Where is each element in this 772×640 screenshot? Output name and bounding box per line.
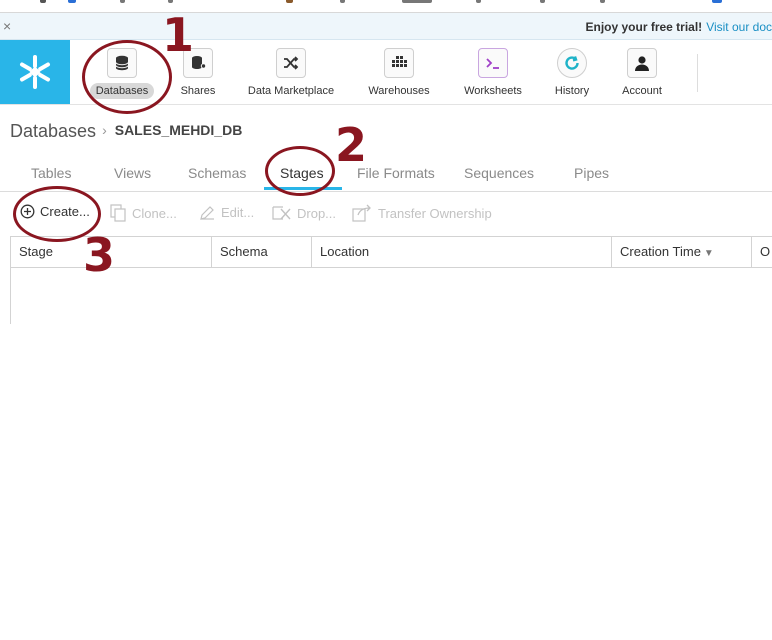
transfer-ownership-button[interactable]: Transfer Ownership xyxy=(352,204,492,222)
history-refresh-icon xyxy=(557,48,587,78)
tab-schemas[interactable]: Schemas xyxy=(188,165,246,181)
breadcrumb-root[interactable]: Databases xyxy=(10,121,96,141)
annotation-number-1: 1 xyxy=(162,8,195,62)
snowflake-icon xyxy=(20,55,50,89)
clone-icon xyxy=(110,204,126,222)
nav-account[interactable]: Account xyxy=(616,46,668,100)
nav-warehouses[interactable]: Warehouses xyxy=(363,46,435,100)
nav-shares-label: Shares xyxy=(180,85,216,97)
column-header-owner[interactable]: O xyxy=(752,237,772,267)
annotation-number-2: 2 xyxy=(335,118,368,172)
browser-bookmark-strip xyxy=(0,0,772,13)
object-tabs: Tables Views Schemas Stages File Formats… xyxy=(0,155,772,192)
trial-message-text: Enjoy your free trial! xyxy=(585,20,703,34)
sort-desc-icon: ▼ xyxy=(703,248,714,259)
edit-button-label: Edit... xyxy=(221,205,255,220)
column-header-schema[interactable]: Schema xyxy=(212,237,312,267)
column-header-location-label: Location xyxy=(320,244,370,259)
nav-warehouses-label: Warehouses xyxy=(368,85,430,97)
table-header: Stage Schema Location Creation Time ▼ O xyxy=(11,236,772,268)
column-header-owner-label: O xyxy=(760,244,771,259)
nav-data-marketplace[interactable]: Data Marketplace xyxy=(241,46,341,100)
snowflake-logo[interactable] xyxy=(0,40,70,104)
nav-worksheets[interactable]: Worksheets xyxy=(457,46,529,100)
tab-views[interactable]: Views xyxy=(114,165,151,181)
trial-message: Enjoy your free trial! Visit our doc xyxy=(585,20,772,34)
column-header-location[interactable]: Location xyxy=(312,237,612,267)
tab-file-formats[interactable]: File Formats xyxy=(357,165,435,181)
edit-button[interactable]: Edit... xyxy=(199,204,254,221)
stage-toolbar: Create... Clone... Edit... Drop... Trans… xyxy=(0,200,772,228)
terminal-icon xyxy=(478,48,508,78)
chevron-right-icon: › xyxy=(102,122,107,138)
tab-tables[interactable]: Tables xyxy=(31,165,71,181)
drop-button[interactable]: Drop... xyxy=(272,204,336,222)
drop-x-icon xyxy=(272,206,291,220)
annotation-circle-1 xyxy=(82,40,172,114)
warehouse-grid-icon xyxy=(384,48,414,78)
transfer-ownership-icon xyxy=(352,204,371,222)
clone-button-label: Clone... xyxy=(132,205,177,221)
drop-button-label: Drop... xyxy=(297,205,337,221)
nav-history-label: History xyxy=(554,85,590,97)
column-header-creation-time-label: Creation Time xyxy=(620,244,701,259)
marketplace-shuffle-icon xyxy=(276,48,306,78)
nav-worksheets-label: Worksheets xyxy=(464,85,522,97)
pencil-icon xyxy=(200,206,214,220)
trial-banner: × Enjoy your free trial! Visit our doc xyxy=(0,13,772,40)
nav-data-marketplace-label: Data Marketplace xyxy=(247,85,335,97)
close-icon[interactable]: × xyxy=(3,18,11,34)
breadcrumb: Databases › SALES_MEHDI_DB xyxy=(10,121,242,142)
nav-divider xyxy=(697,54,698,92)
column-header-creation-time[interactable]: Creation Time ▼ xyxy=(612,237,752,267)
tab-sequences[interactable]: Sequences xyxy=(464,165,534,181)
docs-link[interactable]: Visit our doc xyxy=(706,20,772,34)
user-icon xyxy=(627,48,657,78)
column-header-schema-label: Schema xyxy=(220,244,268,259)
annotation-circle-2 xyxy=(265,146,335,196)
column-header-stage-label: Stage xyxy=(19,244,53,259)
stages-table: Stage Schema Location Creation Time ▼ O xyxy=(10,236,772,324)
nav-account-label: Account xyxy=(622,85,662,97)
clone-button[interactable]: Clone... xyxy=(110,204,177,222)
transfer-ownership-button-label: Transfer Ownership xyxy=(378,205,492,221)
tab-pipes[interactable]: Pipes xyxy=(574,165,609,181)
breadcrumb-database: SALES_MEHDI_DB xyxy=(114,122,243,138)
annotation-number-3: 3 xyxy=(83,228,116,282)
nav-history[interactable]: History xyxy=(547,46,597,100)
